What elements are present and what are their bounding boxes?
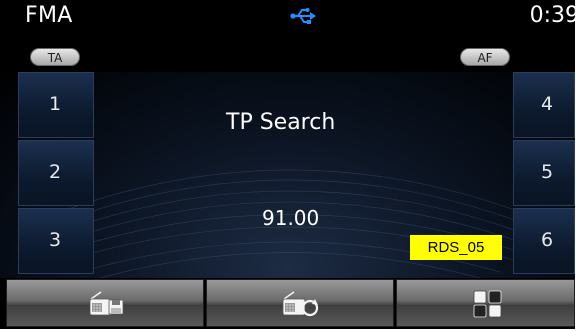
preset-label: 5 [541,161,554,183]
radio-save-icon [89,291,124,316]
preset-button-6[interactable]: 6 [513,208,575,274]
menu-button[interactable] [396,279,575,327]
ta-toggle[interactable]: TA [30,48,80,66]
preset-button-1[interactable]: 1 [18,72,94,138]
preset-label: 3 [49,229,62,251]
preset-button-3[interactable]: 3 [18,208,94,274]
preset-label: 1 [49,93,62,115]
preset-label: 6 [541,229,554,251]
status-bar: FMA 0:39 [0,0,575,34]
preset-label: 4 [541,93,554,115]
band-label: FMA [25,3,73,28]
radio-save-button[interactable] [6,279,204,327]
radio-screen: FMA 0:39 TA AF 1 2 3 4 5 6 TP Search 91.… [0,0,575,329]
radio-scan-icon [282,291,319,317]
rds-badge: RDS_05 [410,235,502,260]
af-toggle[interactable]: AF [460,48,510,66]
radio-scan-button[interactable] [206,279,394,327]
preset-button-4[interactable]: 4 [513,72,575,138]
clock: 0:39 [529,3,575,28]
usb-icon [290,7,316,29]
frequency-display: 91.00 [262,206,320,230]
tp-search-status: TP Search [226,110,336,135]
preset-button-2[interactable]: 2 [18,140,94,206]
preset-button-5[interactable]: 5 [513,140,575,206]
preset-label: 2 [49,161,62,183]
menu-grid-icon [473,290,502,318]
